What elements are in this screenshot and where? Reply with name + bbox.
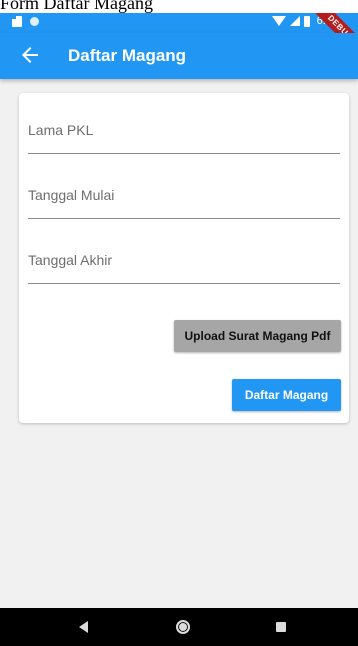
- page-title: Daftar Magang: [68, 46, 187, 65]
- nav-back-icon[interactable]: [79, 621, 88, 633]
- system-nav-bar: [0, 608, 358, 646]
- battery-icon: [303, 15, 310, 27]
- nav-home-icon[interactable]: [176, 620, 190, 634]
- page-caption: Form Daftar Magang: [0, 0, 153, 13]
- field-label: Tanggal Mulai: [28, 187, 115, 203]
- lama-pkl-field[interactable]: Lama PKL: [28, 113, 340, 154]
- sd-card-icon: [12, 16, 22, 27]
- arrow-back-icon[interactable]: [18, 43, 42, 67]
- nav-recents-icon[interactable]: [276, 622, 286, 632]
- form-card: Lama PKL Tanggal Mulai Tanggal Akhir Upl…: [19, 93, 349, 423]
- field-label: Lama PKL: [28, 122, 94, 138]
- tanggal-mulai-field[interactable]: Tanggal Mulai: [28, 178, 340, 219]
- upload-pdf-button[interactable]: Upload Surat Magang Pdf: [174, 320, 341, 352]
- notification-dot-icon: [30, 17, 39, 26]
- field-label: Tanggal Akhir: [28, 252, 113, 268]
- status-left: [12, 16, 39, 27]
- signal-icon: [289, 16, 300, 26]
- status-bar: 6:36 DEBUG: [0, 13, 358, 62]
- submit-button[interactable]: Daftar Magang: [232, 379, 341, 411]
- phone-screen: 6:36 DEBUG Daftar Magang Lama PKL Tangga…: [0, 13, 358, 646]
- wifi-icon: [271, 16, 286, 26]
- tanggal-akhir-field[interactable]: Tanggal Akhir: [28, 243, 340, 284]
- app-bar: Daftar Magang: [0, 33, 358, 79]
